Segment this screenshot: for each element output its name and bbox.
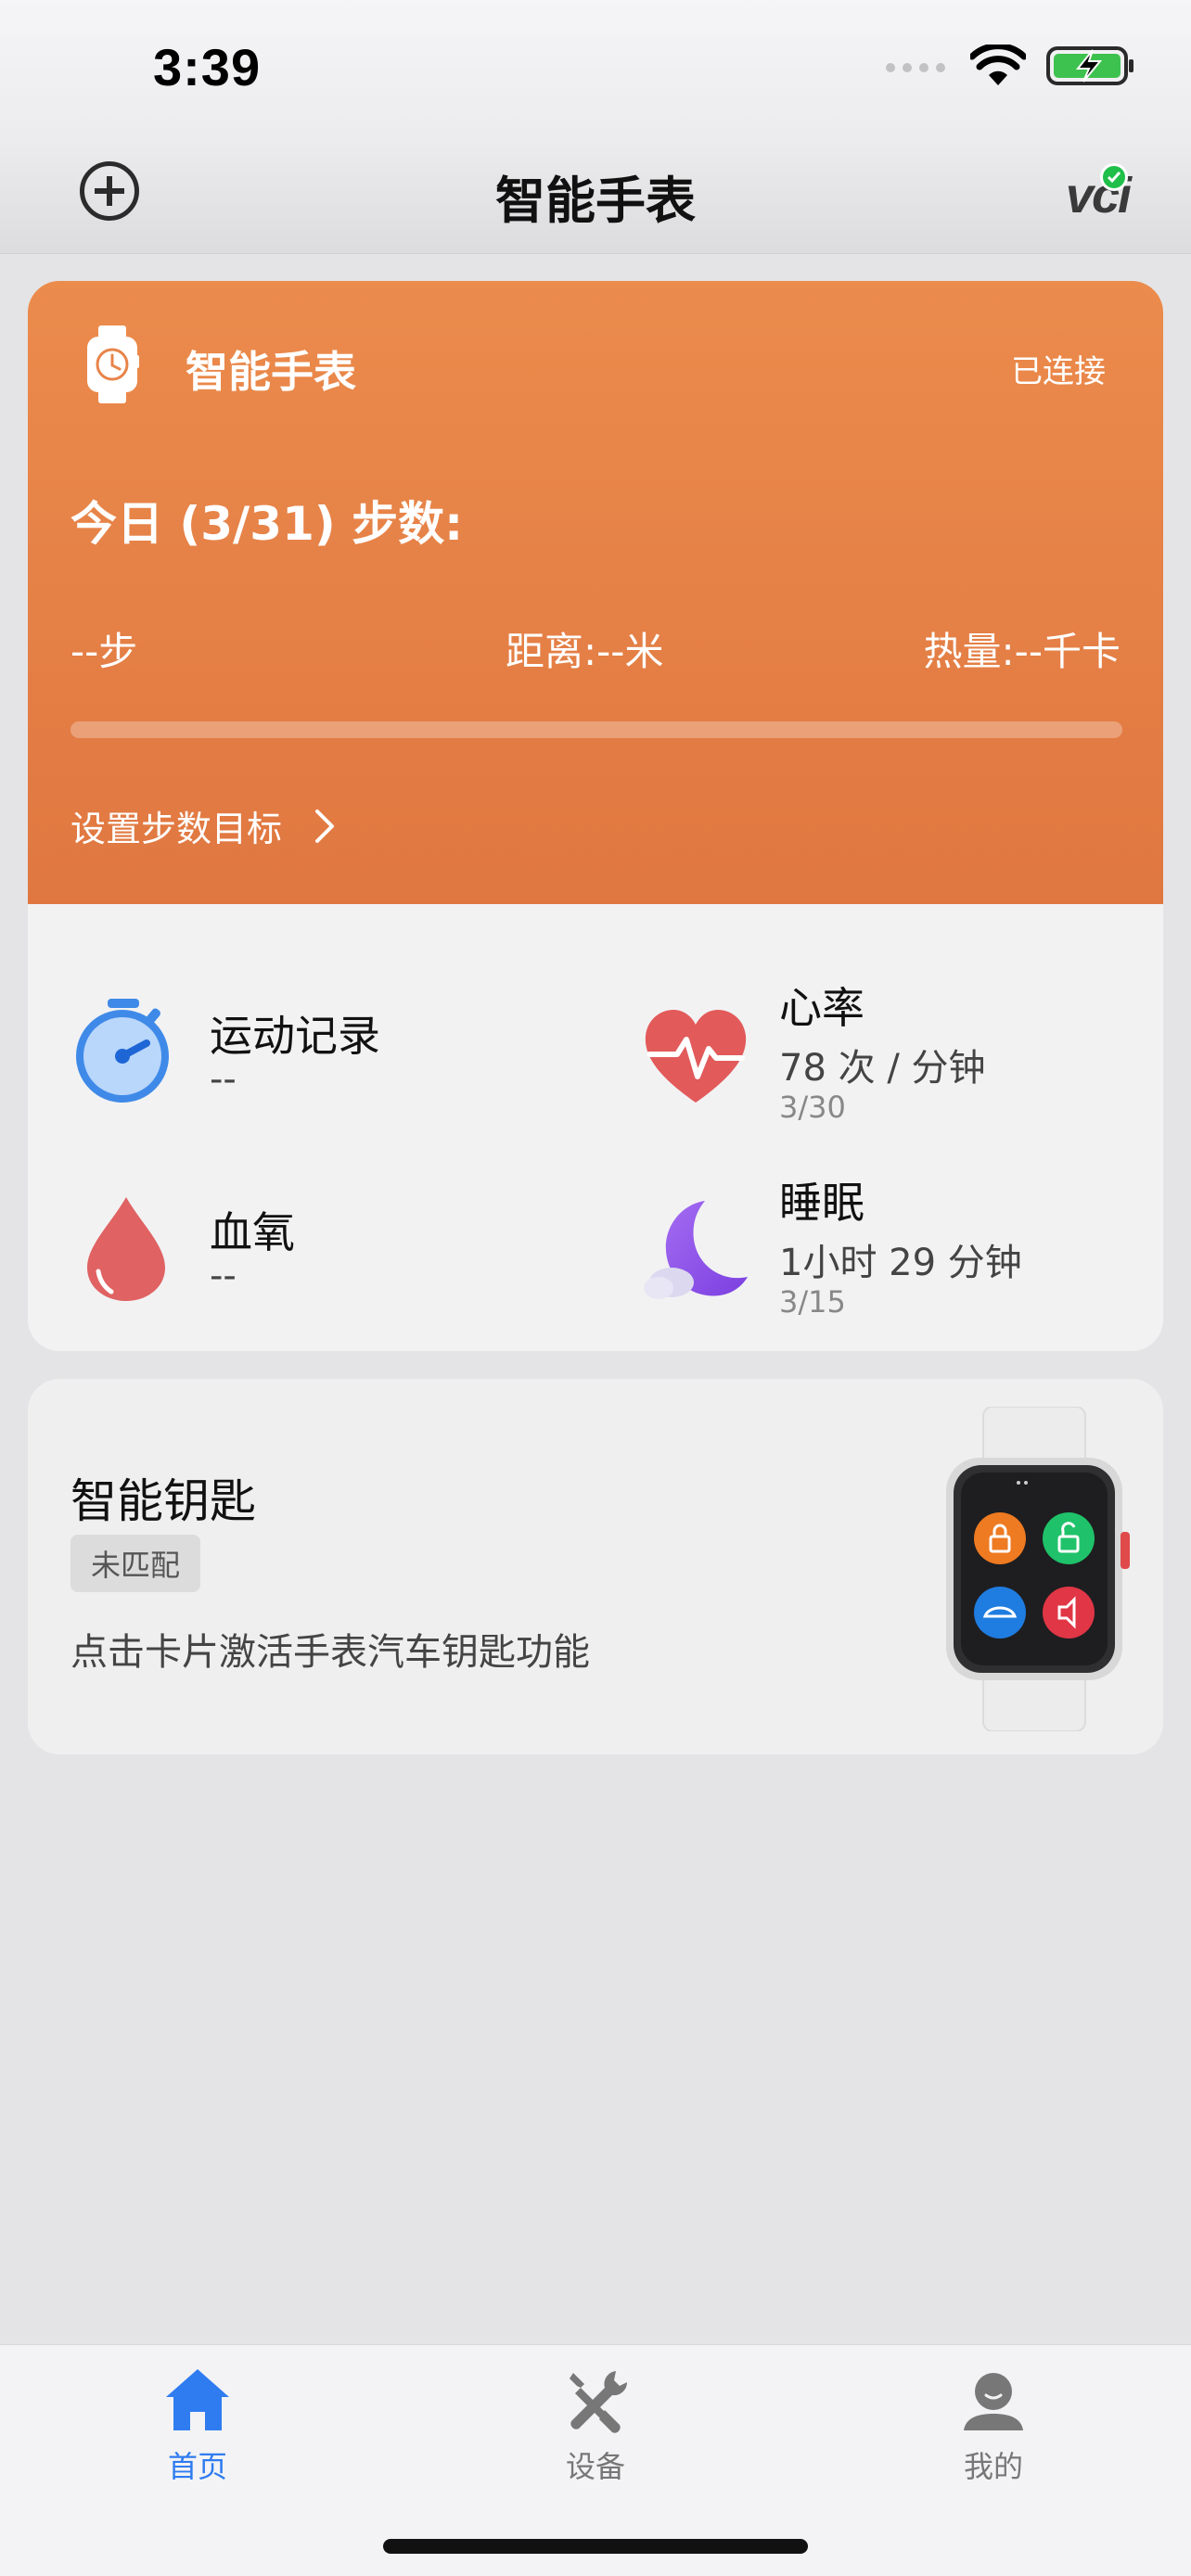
- blood-drop-icon: [87, 1197, 165, 1301]
- page-title: 智能手表: [495, 172, 696, 230]
- device-card[interactable]: 智能手表 已连接 今日 (3/31) 步数: --步 距离:--米 热量:--千…: [28, 281, 1163, 1351]
- heart-icon: [645, 1010, 747, 1103]
- smart-key-description: 点击卡片激活手表汽车钥匙功能: [70, 1631, 590, 1674]
- connected-check-icon: [1100, 163, 1128, 191]
- set-step-goal-label: 设置步数目标: [70, 809, 283, 849]
- moon-icon: [644, 1201, 748, 1299]
- device-name: 智能手表: [186, 347, 356, 397]
- tab-home[interactable]: 首页: [105, 2364, 290, 2486]
- home-icon: [166, 2369, 229, 2430]
- heart-rate-date: 3/30: [779, 1090, 846, 1125]
- status-time: 3:39: [153, 38, 262, 96]
- profile-icon: [964, 2373, 1023, 2430]
- cellular-signal-icon: [886, 63, 945, 72]
- sleep-date: 3/15: [779, 1284, 846, 1320]
- tab-profile-label: 我的: [963, 2449, 1023, 2484]
- tab-profile[interactable]: 我的: [901, 2364, 1086, 2486]
- calories-value: 热量:--千卡: [923, 629, 1121, 674]
- tools-icon: [570, 2371, 628, 2433]
- chevron-right-icon: [315, 809, 335, 843]
- heart-rate-tile[interactable]: 心率 78 次 / 分钟 3/30: [640, 975, 1141, 1132]
- sleep-title: 睡眠: [779, 1178, 864, 1228]
- sleep-tile[interactable]: 睡眠 1小时 29 分钟 3/15: [640, 1169, 1141, 1327]
- status-icons: [885, 45, 1135, 87]
- steps-count: --步: [70, 629, 138, 674]
- blood-oxygen-tile[interactable]: 血氧 --: [70, 1192, 590, 1312]
- app-screen: 3:39 智能手表 vci 智能手表 已连接 今日 (3/31) 步数: --步…: [0, 0, 1191, 2576]
- home-indicator: [383, 2539, 808, 2554]
- nav-bar: 智能手表 vci: [0, 139, 1191, 254]
- watch-icon: [87, 325, 139, 403]
- set-step-goal-link[interactable]: 设置步数目标: [70, 800, 336, 851]
- steps-progress-bar: [70, 721, 1122, 738]
- tab-devices-label: 设备: [565, 2449, 625, 2484]
- exercise-tile[interactable]: 运动记录 --: [70, 995, 590, 1116]
- status-bar: 3:39: [0, 0, 1191, 139]
- exercise-title: 运动记录: [210, 1011, 380, 1061]
- sleep-value: 1小时 29 分钟: [779, 1242, 1022, 1284]
- heart-rate-title: 心率: [779, 983, 864, 1033]
- tab-devices[interactable]: 设备: [503, 2364, 688, 2486]
- steps-title: 今日 (3/31) 步数:: [70, 497, 464, 551]
- smart-key-card[interactable]: 智能钥匙 未匹配 点击卡片激活手表汽车钥匙功能: [28, 1379, 1163, 1754]
- exercise-value: --: [210, 1058, 237, 1101]
- connection-status: 已连接: [1011, 353, 1106, 390]
- distance-value: 距离:--米: [506, 629, 664, 674]
- stopwatch-icon: [76, 999, 169, 1103]
- steps-panel: 智能手表 已连接 今日 (3/31) 步数: --步 距离:--米 热量:--千…: [28, 281, 1163, 904]
- smart-key-title: 智能钥匙: [70, 1474, 256, 1528]
- match-status-badge: 未匹配: [70, 1535, 201, 1592]
- heart-rate-value: 78 次 / 分钟: [779, 1047, 986, 1090]
- blood-oxygen-title: 血氧: [210, 1207, 295, 1257]
- blood-oxygen-value: --: [210, 1255, 237, 1297]
- watch-key-image: [946, 1407, 1130, 1731]
- wifi-icon: [970, 45, 1026, 85]
- battery-charging-icon: [1046, 46, 1133, 85]
- tab-home-label: 首页: [167, 2449, 227, 2484]
